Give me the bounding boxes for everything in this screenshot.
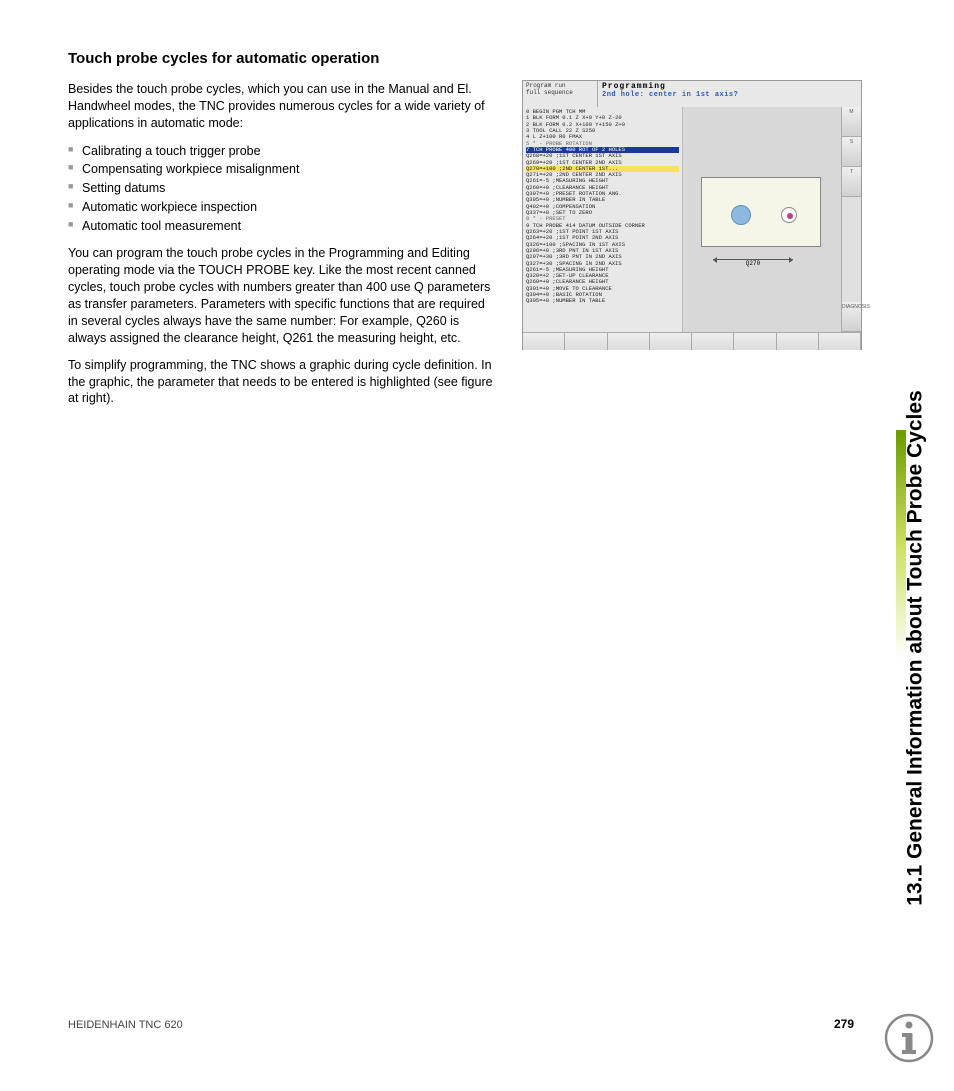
mode-indicator: Program run full sequence <box>523 81 598 107</box>
softkey-row <box>523 332 861 350</box>
list-item: Setting datums <box>68 179 498 198</box>
hole-2-icon <box>781 207 797 223</box>
list-item: Automatic workpiece inspection <box>68 198 498 217</box>
bullet-list: Calibrating a touch trigger probe Compen… <box>68 142 498 236</box>
s-button: S <box>842 137 861 167</box>
t-button: T <box>842 167 861 197</box>
dimension-label: Q270 <box>713 259 793 267</box>
section-heading: Touch probe cycles for automatic operati… <box>68 50 498 67</box>
footer-product: HEIDENHAIN TNC 620 <box>68 1019 183 1031</box>
body-paragraph: You can program the touch probe cycles i… <box>68 245 498 346</box>
program-listing: 0 BEGIN PGM TCH MM 1 BLK FORM 0.1 Z X+0 … <box>523 107 683 332</box>
side-chapter-title: 13.1 General Information about Touch Pro… <box>896 40 936 660</box>
info-icon <box>884 1013 934 1063</box>
page-number: 279 <box>834 1017 854 1031</box>
screen-title: Programming <box>602 82 857 91</box>
sidebar-buttons: M S T DIAGNOSIS <box>841 107 861 332</box>
prompt-line: 2nd hole: center in 1st axis? <box>602 91 857 99</box>
list-item: Compensating workpiece misalignment <box>68 160 498 179</box>
m-button: M <box>842 107 861 137</box>
hole-1-icon <box>731 205 751 225</box>
body-paragraph: To simplify programming, the TNC shows a… <box>68 357 498 408</box>
cycle-graphic: Q270 <box>683 107 841 332</box>
list-item: Automatic tool measurement <box>68 217 498 236</box>
diagnosis-button: DIAGNOSIS <box>842 302 861 332</box>
intro-paragraph: Besides the touch probe cycles, which yo… <box>68 81 498 132</box>
list-item: Calibrating a touch trigger probe <box>68 142 498 161</box>
workpiece-rect <box>701 177 821 247</box>
screenshot-figure: Program run full sequence Programming 2n… <box>522 80 862 350</box>
